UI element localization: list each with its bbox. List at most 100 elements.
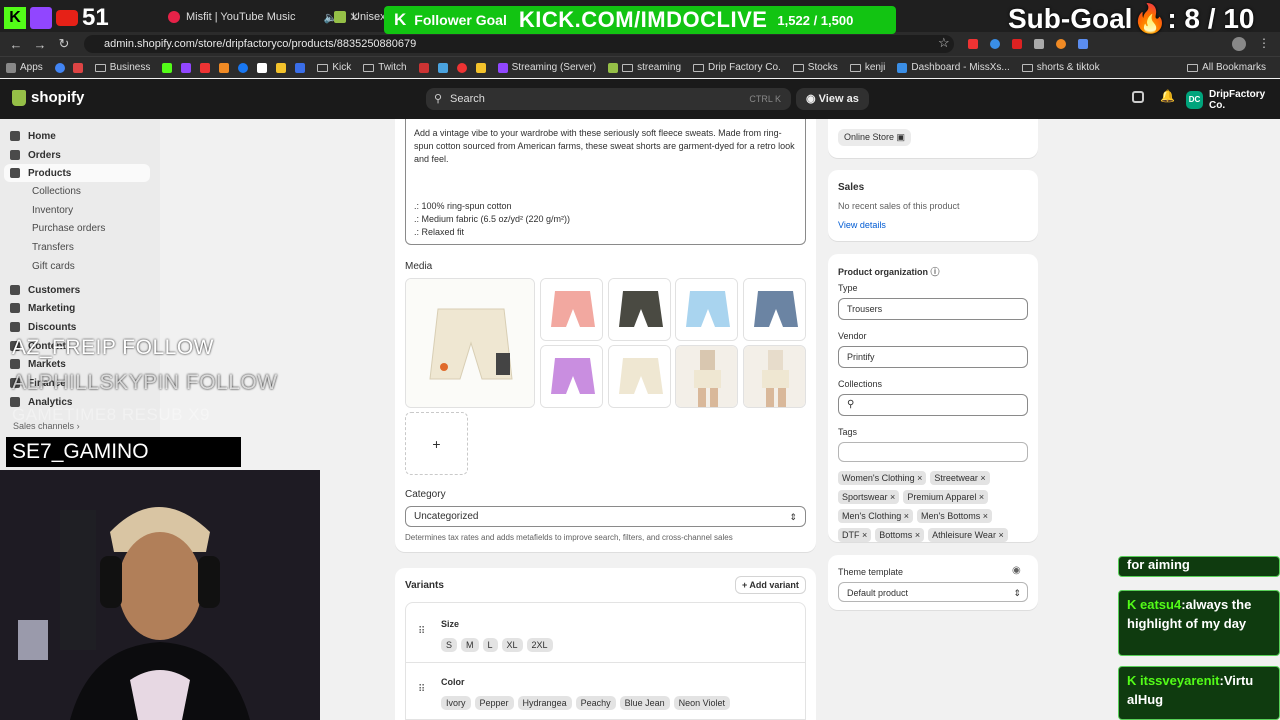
media-thumbnail[interactable] <box>675 278 738 341</box>
facebook-icon[interactable] <box>238 62 249 73</box>
view-as-button[interactable]: ◉ View as <box>796 88 869 110</box>
remove-tag-icon[interactable]: × <box>890 492 895 502</box>
bookmark-streaming-server[interactable]: Streaming (Server) <box>492 62 602 73</box>
reload-icon[interactable]: ↻ <box>52 36 76 52</box>
sidebar-subitem-transfers[interactable]: Transfers <box>32 242 74 253</box>
forward-icon[interactable]: → <box>28 37 52 52</box>
eye-icon[interactable]: ◉ <box>1012 565 1021 576</box>
bookmark-kenji[interactable]: kenji <box>844 62 892 73</box>
bookmark-icon[interactable] <box>437 62 448 73</box>
online-store-badge[interactable]: Online Store ▣ <box>838 129 912 146</box>
menu-icon[interactable]: ⋮ <box>1258 36 1270 50</box>
bookmark-star-icon[interactable]: ☆ <box>938 35 950 51</box>
extension-icon[interactable] <box>990 39 1000 49</box>
bookmark-shorts-tiktok[interactable]: shorts & tiktok <box>1016 62 1106 73</box>
sidebar-subitem-inventory[interactable]: Inventory <box>32 205 73 216</box>
media-featured-image[interactable] <box>405 278 535 408</box>
extension-icon[interactable] <box>1056 39 1066 49</box>
bookmark-streaming[interactable]: streaming <box>602 62 687 73</box>
drag-handle-icon[interactable]: ⠿ <box>418 626 425 637</box>
size-values[interactable]: S M L XL 2XL <box>441 637 557 652</box>
bookmark-twitch[interactable]: Twitch <box>357 62 412 73</box>
description-editor[interactable]: Add a vintage vibe to your wardrobe with… <box>405 119 806 245</box>
extension-icon[interactable] <box>1012 39 1022 49</box>
sidebar-subitem-gift-cards[interactable]: Gift cards <box>32 261 75 272</box>
store-menu[interactable]: DC DripFactory Co. <box>1186 89 1280 111</box>
tag-chip[interactable]: DTF × <box>838 528 872 542</box>
add-variant-button[interactable]: + Add variant <box>735 576 806 594</box>
media-thumbnail[interactable] <box>743 278 806 341</box>
bookmark-apps[interactable]: Apps <box>0 62 49 73</box>
tag-chip[interactable]: Women's Clothing × <box>838 471 927 485</box>
category-select[interactable]: Uncategorized ⇕ <box>405 506 806 527</box>
url-field[interactable]: admin.shopify.com/store/dripfactoryco/pr… <box>84 35 954 53</box>
search-bar[interactable]: ⚲ Search CTRL K <box>426 88 791 110</box>
sidebar-item-customers[interactable]: Customers <box>10 281 80 299</box>
bookmark-drip-factory[interactable]: Drip Factory Co. <box>687 62 787 73</box>
tiktok-icon[interactable] <box>257 62 268 73</box>
collections-search[interactable]: ⚲ <box>838 394 1028 416</box>
tag-chip[interactable]: Men's Clothing × <box>838 509 914 523</box>
add-media-button[interactable]: + <box>405 412 468 475</box>
tag-chip[interactable]: Streetwear × <box>930 471 990 485</box>
google-icon[interactable] <box>54 62 65 73</box>
tags-input[interactable] <box>838 442 1028 462</box>
remove-tag-icon[interactable]: × <box>983 511 988 521</box>
tag-chip[interactable]: Sportswear × <box>838 490 900 504</box>
bookmark-icon[interactable] <box>276 62 287 73</box>
media-thumbnail[interactable] <box>608 278 671 341</box>
remove-tag-icon[interactable]: × <box>979 492 984 502</box>
bookmark-all[interactable]: All Bookmarks <box>1181 62 1272 73</box>
vendor-input[interactable]: Printify <box>838 346 1028 368</box>
media-thumbnail[interactable] <box>743 345 806 408</box>
view-details-link[interactable]: View details <box>838 220 886 230</box>
bookmark-icon[interactable] <box>418 62 429 73</box>
extension-icon[interactable] <box>1078 39 1088 49</box>
profile-avatar[interactable] <box>1232 37 1246 51</box>
remove-tag-icon[interactable]: × <box>862 530 867 540</box>
remove-tag-icon[interactable]: × <box>917 473 922 483</box>
remove-tag-icon[interactable]: × <box>915 530 920 540</box>
bookmark-icon[interactable] <box>295 62 306 73</box>
remove-tag-icon[interactable]: × <box>904 511 909 521</box>
tag-chip[interactable]: Men's Bottoms × <box>917 509 993 523</box>
shopify-logo[interactable]: shopify <box>12 89 84 106</box>
back-icon[interactable]: ← <box>4 37 28 52</box>
bookmark-dashboard[interactable]: Dashboard - MissXs... <box>891 62 1015 73</box>
inbox-icon[interactable] <box>1132 91 1144 103</box>
bookmark-icon[interactable] <box>219 62 230 73</box>
bookmark-icon[interactable] <box>456 62 467 73</box>
extension-icon[interactable] <box>968 39 978 49</box>
color-values[interactable]: Ivory Pepper Hydrangea Peachy Blue Jean Neon … <box>441 695 734 710</box>
bell-icon[interactable]: 🔔 <box>1160 89 1175 103</box>
youtube-icon[interactable] <box>200 62 211 73</box>
info-icon[interactable]: ⓘ <box>931 267 940 277</box>
bookmark-business[interactable]: Business <box>89 62 157 73</box>
theme-select[interactable]: Default product ⇕ <box>838 582 1028 602</box>
gmail-icon[interactable] <box>72 62 83 73</box>
sidebar-subitem-purchase-orders[interactable]: Purchase orders <box>32 223 105 234</box>
media-thumbnail[interactable] <box>540 345 603 408</box>
twitch-icon[interactable] <box>181 62 192 73</box>
tag-chip[interactable]: Premium Apparel × <box>903 490 989 504</box>
media-thumbnail[interactable] <box>540 278 603 341</box>
sidebar-item-orders[interactable]: Orders <box>10 146 61 164</box>
bookmark-kick[interactable]: Kick <box>311 62 357 73</box>
bookmark-icon[interactable] <box>475 62 486 73</box>
tag-chip[interactable]: Bottoms × <box>875 528 925 542</box>
sidebar-item-home[interactable]: Home <box>10 127 56 145</box>
sidebar-item-discounts[interactable]: Discounts <box>10 318 76 336</box>
sidebar-item-marketing[interactable]: Marketing <box>10 299 75 317</box>
type-input[interactable]: Trousers <box>838 298 1028 320</box>
extension-icon[interactable] <box>1034 39 1044 49</box>
sidebar-subitem-collections[interactable]: Collections <box>32 186 81 197</box>
media-thumbnail[interactable] <box>675 345 738 408</box>
kick-icon[interactable] <box>162 62 173 73</box>
drag-handle-icon[interactable]: ⠿ <box>418 684 425 695</box>
media-thumbnail[interactable] <box>608 345 671 408</box>
remove-tag-icon[interactable]: × <box>980 473 985 483</box>
sidebar-item-products[interactable]: Products <box>4 164 150 182</box>
tag-chip[interactable]: Athleisure Wear × <box>928 528 1008 542</box>
remove-tag-icon[interactable]: × <box>998 530 1003 540</box>
bookmark-stocks[interactable]: Stocks <box>787 62 844 73</box>
